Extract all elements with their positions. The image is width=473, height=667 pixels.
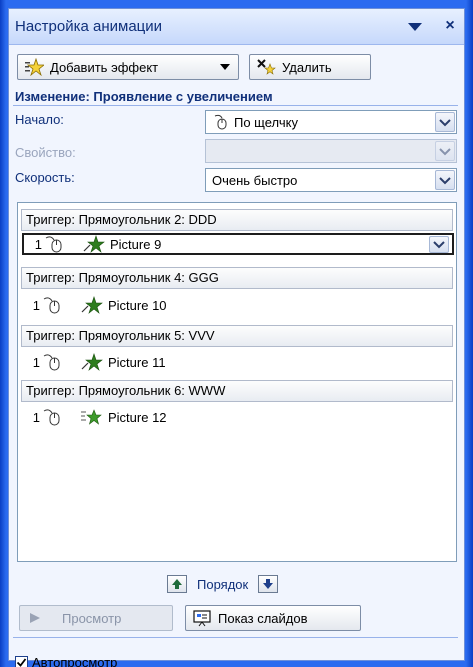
add-effect-label: Добавить эффект <box>50 59 159 75</box>
star-green-icon <box>81 296 103 314</box>
chevron-down-icon <box>439 177 451 185</box>
pane-title-bar: Настройка анимации × <box>9 9 464 45</box>
arrow-down-icon <box>263 579 274 589</box>
mouse-click-icon <box>43 297 60 314</box>
property-dropdown-button <box>435 141 455 161</box>
star-sparkle-icon <box>81 409 102 425</box>
item-order-number: 1 <box>32 297 40 313</box>
move-down-button[interactable] <box>258 575 279 593</box>
slideshow-button[interactable]: Показ слайдов <box>185 605 361 631</box>
slideshow-icon <box>193 610 211 627</box>
start-select[interactable]: По щелчку <box>205 110 457 134</box>
item-order-number: 1 <box>32 409 40 425</box>
trigger-header[interactable]: Триггер: Прямоугольник 6: WWW <box>21 380 453 402</box>
star-green-icon <box>81 353 103 371</box>
change-heading: Изменение: Проявление с увеличением <box>15 89 273 104</box>
order-label: Порядок <box>197 576 249 592</box>
play-icon <box>30 613 40 623</box>
list-item[interactable]: 1 Picture 12 <box>22 406 454 428</box>
divider <box>13 105 458 106</box>
mouse-click-icon <box>43 409 60 426</box>
chevron-down-icon <box>439 148 451 156</box>
start-dropdown-button[interactable] <box>435 112 455 132</box>
move-up-button[interactable] <box>167 575 187 593</box>
preview-label: Просмотр <box>62 610 122 626</box>
chevron-down-icon <box>220 64 230 70</box>
close-icon[interactable]: × <box>441 15 459 37</box>
delete-icon <box>257 59 276 75</box>
chevron-down-icon <box>439 119 451 127</box>
speed-dropdown-button[interactable] <box>435 170 455 190</box>
pane-menu-dropdown-icon[interactable] <box>407 21 423 33</box>
start-value: По щелчку <box>234 114 298 130</box>
speed-value: Очень быстро <box>212 172 298 188</box>
reorder-controls: Порядок <box>167 574 279 594</box>
item-name: Picture 9 <box>110 236 162 252</box>
pane-title: Настройка анимации <box>15 18 163 35</box>
add-effect-star-icon <box>25 58 44 76</box>
speed-label: Скорость: <box>15 170 75 185</box>
item-name: Picture 11 <box>108 354 166 370</box>
item-order-number: 1 <box>34 236 42 252</box>
item-name: Picture 10 <box>108 297 167 313</box>
start-label: Начало: <box>15 112 64 127</box>
list-item[interactable]: 1 Picture 11 <box>22 351 454 373</box>
star-green-icon <box>83 235 105 253</box>
property-label: Свойство: <box>15 145 76 160</box>
divider <box>13 637 458 638</box>
preview-button: Просмотр <box>19 605 173 631</box>
item-order-number: 1 <box>32 354 40 370</box>
autopreview-checkbox[interactable] <box>15 656 28 667</box>
item-name: Picture 12 <box>108 409 167 425</box>
list-item[interactable]: 1 Picture 9 <box>22 233 454 255</box>
list-item[interactable]: 1 Picture 10 <box>22 294 454 316</box>
delete-effect-button[interactable]: Удалить <box>249 54 371 80</box>
animation-list[interactable]: Триггер: Прямоугольник 2: DDD 1 Picture … <box>17 202 457 562</box>
item-dropdown-button[interactable] <box>429 236 449 253</box>
mouse-icon <box>214 114 227 130</box>
mouse-click-icon <box>45 236 62 253</box>
mouse-click-icon <box>43 354 60 371</box>
arrow-up-icon <box>172 579 182 589</box>
checkmark-icon <box>16 658 27 667</box>
slideshow-label: Показ слайдов <box>218 610 308 626</box>
speed-select[interactable]: Очень быстро <box>205 168 457 192</box>
autopreview-label: Автопросмотр <box>32 655 118 667</box>
autopreview-option: Автопросмотр <box>15 655 117 667</box>
chevron-down-icon <box>433 241 445 249</box>
trigger-header[interactable]: Триггер: Прямоугольник 2: DDD <box>21 209 453 231</box>
add-effect-button[interactable]: Добавить эффект <box>17 54 239 80</box>
delete-label: Удалить <box>282 59 332 75</box>
trigger-header[interactable]: Триггер: Прямоугольник 5: VVV <box>21 325 453 347</box>
custom-animation-pane: Настройка анимации × Добавить эффект Уда… <box>8 8 465 667</box>
property-select <box>205 139 457 163</box>
trigger-header[interactable]: Триггер: Прямоугольник 4: GGG <box>21 267 453 289</box>
